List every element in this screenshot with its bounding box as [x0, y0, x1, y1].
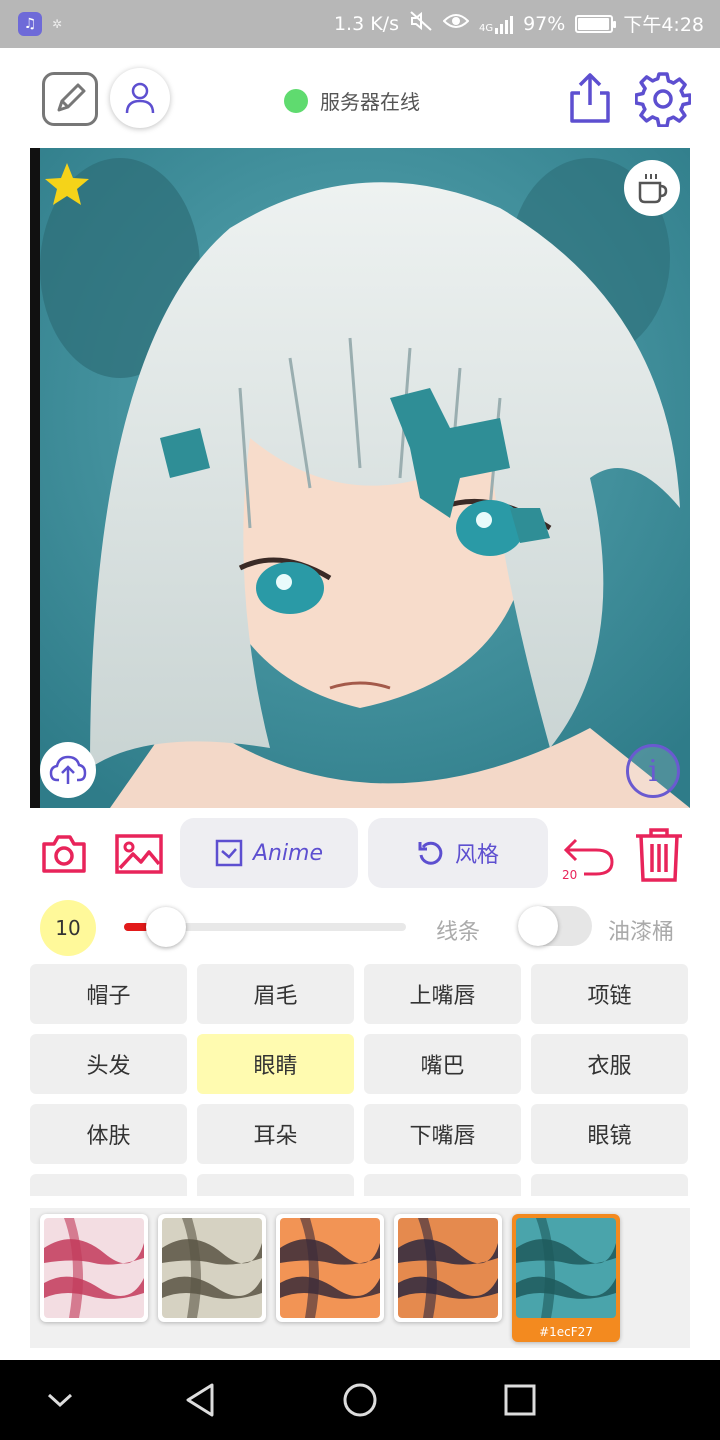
signal-icon	[495, 14, 514, 34]
nav-home-button[interactable]	[340, 1380, 380, 1420]
texture-color-label: #1ecF27	[539, 1325, 593, 1339]
camera-icon	[42, 835, 86, 873]
share-button[interactable]	[564, 70, 616, 126]
coffee-cup-icon	[638, 174, 668, 204]
info-icon: i	[648, 753, 658, 789]
style-button[interactable]: 风格	[368, 818, 548, 888]
clock: 下午4:28	[623, 14, 704, 36]
chevron-down-icon	[47, 1393, 73, 1408]
undo-button[interactable]: 20	[560, 826, 618, 884]
brush-size-slider[interactable]	[124, 907, 406, 947]
pencil-icon	[57, 83, 86, 112]
camera-button[interactable]	[40, 832, 88, 876]
nav-back-button[interactable]	[180, 1380, 220, 1420]
music-app-icon: ♫	[18, 12, 42, 36]
trash-icon	[636, 828, 682, 882]
texture-swatch[interactable]: #1ecF27	[512, 1214, 620, 1342]
nav-recents-button[interactable]	[500, 1380, 540, 1420]
drawing-canvas[interactable]: i	[30, 148, 690, 808]
undo-count: 20	[562, 868, 578, 882]
network-type: 4G	[478, 22, 494, 34]
anime-mode-button[interactable]: Anime	[180, 818, 358, 888]
top-bar: 服务器在线	[0, 48, 720, 148]
texture-preview	[516, 1218, 616, 1318]
star-icon	[45, 163, 89, 205]
share-icon	[570, 73, 610, 123]
delete-button[interactable]	[632, 826, 686, 884]
label-button[interactable]: 下嘴唇	[364, 1104, 521, 1164]
label-button[interactable]: 眼睛	[197, 1034, 354, 1094]
style-label: 风格	[454, 843, 499, 868]
brush-controls: 10 线条 油漆桶	[0, 896, 720, 960]
image-icon	[115, 834, 163, 874]
texture-preview	[398, 1218, 498, 1318]
texture-preview	[162, 1218, 262, 1318]
refresh-icon	[418, 841, 443, 865]
user-icon	[125, 82, 155, 114]
cloud-upload-button[interactable]	[40, 742, 96, 798]
label-button[interactable]: 眼镜	[531, 1104, 688, 1164]
line-mode-label: 线条	[436, 920, 481, 945]
label-button[interactable]	[197, 1174, 354, 1196]
label-button[interactable]: 体肤	[30, 1104, 187, 1164]
net-speed: 1.3 K/s	[333, 12, 399, 35]
segment-label-grid: 帽子 眉毛 上嘴唇 项链头发 眼睛 嘴巴 衣服体肤 耳朵 下嘴唇 眼镜	[30, 964, 690, 1196]
info-button[interactable]: i	[626, 744, 680, 798]
status-left: ♫ ✲	[18, 12, 62, 36]
back-triangle-icon	[186, 1383, 214, 1417]
server-status-label: 服务器在线	[320, 90, 420, 114]
battery-icon	[575, 14, 617, 33]
coffee-button[interactable]	[624, 160, 680, 216]
label-button[interactable]: 上嘴唇	[364, 964, 521, 1024]
eye-comfort-icon	[442, 11, 470, 36]
label-button[interactable]: 耳朵	[197, 1104, 354, 1164]
texture-strip: #1ecF27	[30, 1208, 690, 1348]
user-button[interactable]	[110, 68, 170, 128]
slider-thumb[interactable]	[146, 907, 187, 947]
checkbox-icon	[215, 839, 243, 867]
mute-icon	[409, 10, 433, 37]
texture-swatch[interactable]	[158, 1214, 266, 1322]
favorite-star-button[interactable]	[42, 160, 92, 210]
anime-portrait-image	[30, 148, 690, 808]
toolbar: Anime 风格 20	[0, 818, 720, 890]
texture-swatch[interactable]	[40, 1214, 148, 1322]
label-button[interactable]	[531, 1174, 688, 1196]
server-online-indicator	[284, 88, 308, 113]
anime-mode-label: Anime	[252, 840, 324, 866]
label-button[interactable]: 嘴巴	[364, 1034, 521, 1094]
status-bar: ♫ ✲ 1.3 K/s 4G 97% 下午4:28	[0, 0, 720, 48]
navigation-bar	[0, 1360, 720, 1440]
gear-icon	[635, 72, 691, 127]
battery-percent: 97%	[523, 12, 566, 35]
home-circle-icon	[343, 1383, 377, 1417]
texture-swatch[interactable]	[276, 1214, 384, 1322]
label-button[interactable]: 眉毛	[197, 964, 354, 1024]
toggle-knob	[518, 906, 558, 946]
label-button[interactable]: 项链	[531, 964, 688, 1024]
label-button[interactable]: 头发	[30, 1034, 187, 1094]
label-button[interactable]	[30, 1174, 187, 1196]
system-notification-icon: ✲	[52, 17, 63, 31]
texture-preview	[280, 1218, 380, 1318]
texture-preview	[44, 1218, 144, 1318]
nav-collapse-button[interactable]	[40, 1380, 80, 1420]
status-right: 1.3 K/s 4G 97% 下午4:28	[334, 10, 704, 37]
settings-button[interactable]	[634, 70, 692, 128]
gallery-button[interactable]	[114, 832, 164, 876]
brush-size-badge: 10	[40, 900, 96, 956]
label-button[interactable]: 衣服	[531, 1034, 688, 1094]
texture-swatch[interactable]	[394, 1214, 502, 1322]
label-button[interactable]: 帽子	[30, 964, 187, 1024]
edit-button[interactable]	[42, 72, 98, 126]
cloud-upload-icon	[49, 755, 87, 784]
recents-square-icon	[504, 1384, 536, 1416]
label-button[interactable]	[364, 1174, 521, 1196]
battery-fill	[578, 17, 610, 30]
paint-bucket-label: 油漆桶	[608, 920, 675, 945]
paint-bucket-toggle[interactable]	[518, 906, 592, 946]
server-status: 服务器在线	[284, 86, 420, 115]
